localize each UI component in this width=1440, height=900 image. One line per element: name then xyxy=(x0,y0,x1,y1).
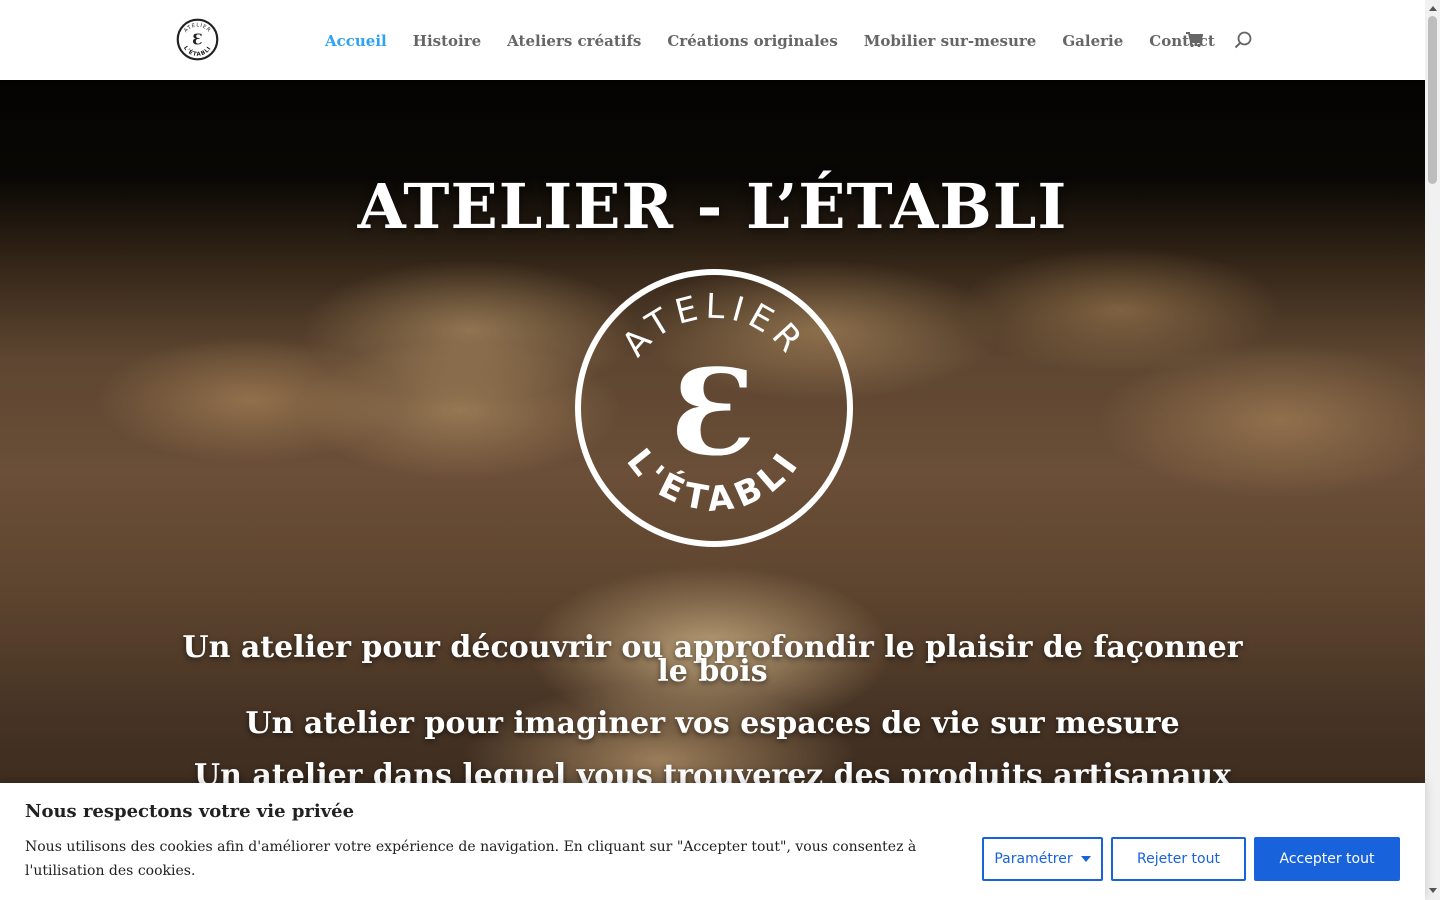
emblem-logo: ATELIER Ɛ L'ÉTABLI xyxy=(575,269,853,547)
cart-icon[interactable] xyxy=(1186,32,1203,48)
hero-tagline-2: Un atelier pour imaginer vos espaces de … xyxy=(245,706,1180,741)
cookie-settings-button[interactable]: Paramétrer xyxy=(982,837,1103,881)
nav-item-ateliers-creatifs[interactable]: Ateliers créatifs xyxy=(507,32,641,50)
main-nav: Accueil Histoire Ateliers créatifs Créat… xyxy=(325,30,1241,50)
chevron-down-icon xyxy=(1080,856,1091,862)
emblem-glyph: Ɛ xyxy=(671,343,756,482)
scroll-up-arrow-icon[interactable] xyxy=(1429,6,1437,11)
logo-glyph: Ɛ xyxy=(192,32,203,49)
nav-item-histoire[interactable]: Histoire xyxy=(413,32,481,50)
cookie-banner-title: Nous respectons votre vie privée xyxy=(25,801,355,822)
accept-all-button[interactable]: Accepter tout xyxy=(1254,837,1400,881)
nav-item-galerie[interactable]: Galerie xyxy=(1062,32,1123,50)
nav-item-contact[interactable]: Contact xyxy=(1149,32,1215,50)
hero-tagline-1: Un atelier pour découvrir ou approfondir… xyxy=(182,630,1243,689)
hero-title: ATELIER - L’ÉTABLI xyxy=(357,170,1068,243)
nav-item-creations-originales[interactable]: Créations originales xyxy=(667,32,837,50)
hero-section: ATELIER - L’ÉTABLI ATELIER Ɛ L'ÉTABLI Un… xyxy=(0,80,1425,900)
scroll-down-arrow-icon[interactable] xyxy=(1429,888,1437,893)
nav-item-accueil[interactable]: Accueil xyxy=(325,32,387,50)
cookie-banner-text: Nous utilisons des cookies afin d'amélio… xyxy=(25,839,917,879)
site-header: ATELIER Ɛ L'ÉTABLI Accueil Histoire Atel… xyxy=(0,0,1425,80)
page-scrollbar[interactable] xyxy=(1425,0,1440,900)
nav-item-mobilier-sur-mesure[interactable]: Mobilier sur-mesure xyxy=(864,32,1037,50)
scrollbar-thumb[interactable] xyxy=(1428,16,1437,184)
logo-icon[interactable]: ATELIER Ɛ L'ÉTABLI xyxy=(176,18,219,61)
search-icon[interactable] xyxy=(1234,31,1252,49)
cookie-consent-banner: Nous respectons votre vie privée Nous ut… xyxy=(0,783,1425,900)
reject-all-button[interactable]: Rejeter tout xyxy=(1111,837,1246,881)
cookie-settings-label: Paramétrer xyxy=(994,851,1073,867)
